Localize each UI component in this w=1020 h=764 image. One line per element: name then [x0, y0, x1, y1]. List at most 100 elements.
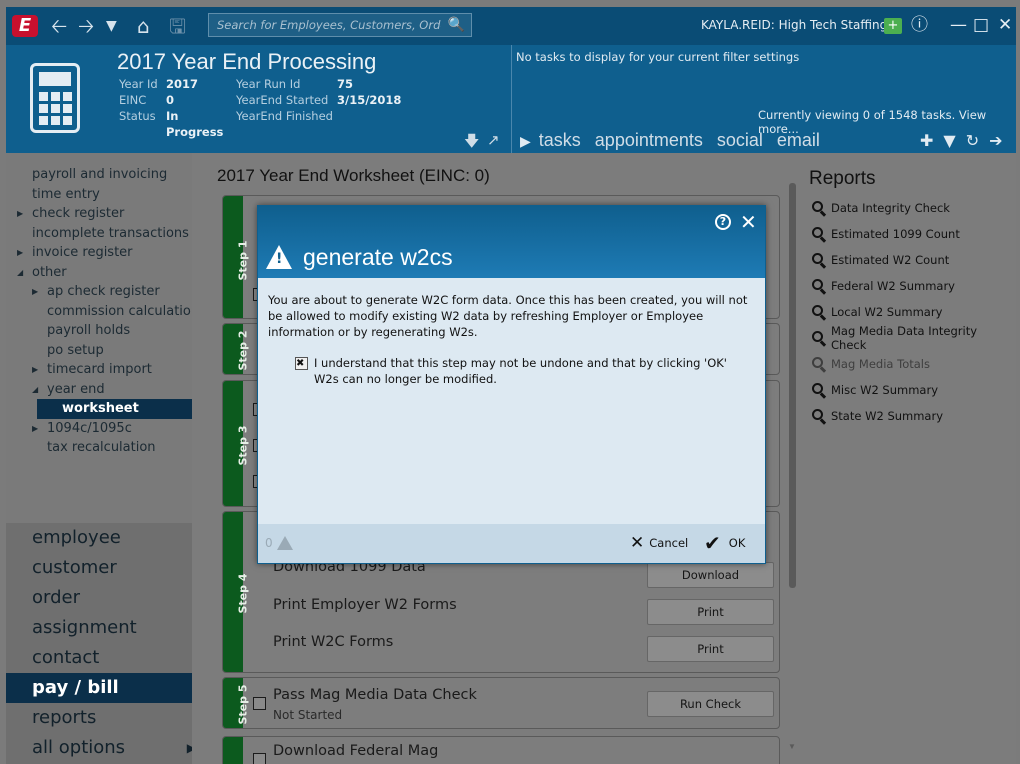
step-checkbox[interactable] — [253, 697, 266, 710]
collapsed-arrow-icon[interactable]: ▶ — [32, 360, 38, 380]
report-link[interactable]: Federal W2 Summary — [812, 273, 1016, 299]
main-nav-label: pay / bill — [32, 677, 119, 698]
subnav-label: 1094c/1095c — [47, 420, 132, 436]
step-checkbox[interactable] — [253, 753, 266, 764]
minimize-icon[interactable]: — — [950, 14, 967, 36]
scroll-down-icon[interactable]: ▼ — [788, 742, 796, 751]
help-icon[interactable]: ⓘ — [911, 14, 928, 36]
step-6-card: Download Federal Mag — [222, 736, 780, 764]
subnav-item[interactable]: payroll and invoicing — [6, 165, 208, 185]
reports-panel: Reports Data Integrity Check Estimated 10… — [800, 153, 1016, 764]
subnav-item[interactable]: ▶ ap check register — [6, 282, 208, 302]
close-icon[interactable]: ✕ — [740, 210, 757, 234]
home-icon[interactable]: ⌂ — [137, 13, 150, 39]
subnav-item[interactable]: payroll holds — [6, 321, 208, 341]
subnav-item[interactable]: commission calculation — [6, 302, 208, 322]
subnav-item[interactable]: tax recalculation — [6, 438, 208, 458]
subnav-item[interactable]: ▶ 1094c/1095c — [6, 419, 208, 439]
subnav-item[interactable]: ▶ invoice register — [6, 243, 208, 263]
tab-social[interactable]: social — [717, 130, 763, 151]
print-w2c-button[interactable]: Print — [647, 636, 774, 662]
step-task-label: Download Federal Mag — [273, 743, 439, 759]
app-logo[interactable]: E — [12, 15, 38, 37]
main-nav-label: assignment — [32, 617, 137, 638]
add-task-icon[interactable]: ✚ — [920, 131, 933, 150]
collapsed-arrow-icon[interactable]: ▶ — [17, 204, 23, 224]
subnav-label: commission calculation — [47, 303, 200, 319]
report-link[interactable]: Misc W2 Summary — [812, 377, 1016, 403]
pop-out-icon[interactable]: ↗ — [487, 131, 500, 149]
subnav-item[interactable]: ▶ timecard import — [6, 360, 208, 380]
report-link[interactable]: Local W2 Summary — [812, 299, 1016, 325]
report-label: Mag Media Totals — [831, 357, 930, 371]
subnav-item[interactable]: time entry — [6, 185, 208, 205]
report-link[interactable]: Estimated W2 Count — [812, 247, 1016, 273]
report-label: State W2 Summary — [831, 409, 944, 423]
save-icon[interactable]: 🖫 — [169, 13, 186, 39]
refresh-icon[interactable]: ↻ — [966, 131, 979, 150]
main-nav-item[interactable]: reports — [6, 703, 208, 733]
page-title: 2017 Year End Processing — [117, 49, 377, 74]
tab-appointments[interactable]: appointments — [595, 130, 703, 151]
report-link[interactable]: Data Integrity Check — [812, 195, 1016, 221]
search-icon[interactable]: 🔍 — [448, 16, 465, 33]
close-window-icon[interactable]: ✕ — [998, 14, 1012, 36]
acknowledge-checkbox[interactable] — [295, 356, 308, 372]
main-nav-item[interactable]: pay / bill — [6, 673, 208, 703]
cancel-button[interactable]: ✕ Cancel — [630, 535, 689, 552]
main-nav-item[interactable]: assignment — [6, 613, 208, 643]
download-1099-button[interactable]: Download — [647, 562, 774, 588]
magnifier-icon — [812, 331, 827, 347]
main-nav-item[interactable]: order — [6, 583, 208, 613]
step-label: Step 4 — [236, 573, 250, 614]
dialog-header: ? ✕ ! generate w2cs — [258, 206, 765, 278]
filter-icon[interactable]: ▼ — [943, 131, 955, 150]
help-icon[interactable]: ? — [715, 214, 731, 230]
subnav-item[interactable]: ▶ check register — [6, 204, 208, 224]
magnifier-icon — [812, 227, 827, 243]
subnav-item[interactable]: ◢ other — [6, 263, 208, 283]
main-nav-item[interactable]: customer — [6, 553, 208, 583]
current-user[interactable]: KAYLA.REID: High Tech Staffing — [701, 18, 887, 32]
add-tab-icon[interactable]: + — [884, 18, 902, 34]
report-link[interactable]: Mag Media Data Integrity Check — [812, 324, 1016, 352]
generate-w2cs-dialog: ? ✕ ! generate w2cs You are about to gen… — [257, 205, 766, 564]
global-search[interactable]: 🔍 — [208, 13, 472, 37]
expand-arrow-icon[interactable]: ▶ — [520, 133, 531, 150]
report-link[interactable]: Estimated 1099 Count — [812, 221, 1016, 247]
maximize-icon[interactable]: □ — [973, 14, 989, 36]
main-nav-label: contact — [32, 647, 100, 668]
collapsed-arrow-icon[interactable]: ▶ — [32, 282, 38, 302]
step-label: Step 5 — [236, 684, 250, 725]
worksheet-scrollbar[interactable] — [789, 183, 796, 588]
forward-arrow-icon[interactable]: 🡢 — [78, 13, 94, 39]
acknowledge-row[interactable]: I understand that this step may not be u… — [295, 355, 755, 387]
collapsed-arrow-icon[interactable]: ▶ — [32, 419, 38, 439]
main-nav-label: employee — [32, 527, 121, 548]
expanded-arrow-icon[interactable]: ◢ — [32, 380, 38, 400]
search-input[interactable] — [209, 14, 441, 36]
magnifier-icon — [812, 201, 827, 217]
report-label: Estimated W2 Count — [831, 253, 950, 267]
history-dropdown-icon[interactable]: ▼ — [106, 13, 117, 39]
main-nav-item[interactable]: all options▶ — [6, 733, 208, 763]
subnav-item[interactable]: incomplete transactions — [6, 224, 208, 244]
subnav-label: time entry — [32, 186, 100, 202]
main-nav-item[interactable]: employee — [6, 523, 208, 553]
subnav-item[interactable]: ◢ year end — [6, 380, 208, 400]
ok-button[interactable]: ✔ OK — [704, 533, 745, 553]
back-arrow-icon[interactable]: 🡠 — [51, 13, 67, 39]
tab-email[interactable]: email — [777, 130, 820, 151]
collapsed-arrow-icon[interactable]: ▶ — [17, 243, 23, 263]
expanded-arrow-icon[interactable]: ◢ — [17, 263, 23, 283]
subnav-item[interactable]: worksheet — [37, 399, 207, 419]
run-check-button[interactable]: Run Check — [647, 691, 774, 717]
tab-tasks[interactable]: tasks — [539, 130, 581, 151]
subnav-item[interactable]: po setup — [6, 341, 208, 361]
cancel-label: Cancel — [649, 536, 689, 550]
report-link[interactable]: Mag Media Totals — [812, 351, 1016, 377]
report-link[interactable]: State W2 Summary — [812, 403, 1016, 429]
print-employer-w2-button[interactable]: Print — [647, 599, 774, 625]
next-arrow-icon[interactable]: ➔ — [989, 131, 1002, 150]
main-nav-item[interactable]: contact — [6, 643, 208, 673]
